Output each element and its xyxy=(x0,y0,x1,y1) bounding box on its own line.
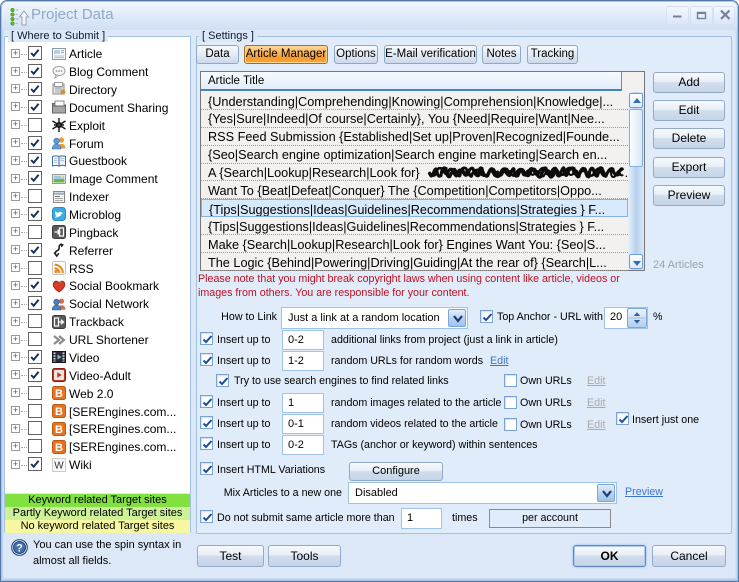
svg-text:B: B xyxy=(55,442,63,454)
svg-text:B: B xyxy=(55,388,63,400)
svg-text:W: W xyxy=(54,460,64,471)
svg-text:B: B xyxy=(55,406,63,418)
svg-text:B: B xyxy=(55,424,63,436)
svg-text:?: ? xyxy=(16,542,23,554)
